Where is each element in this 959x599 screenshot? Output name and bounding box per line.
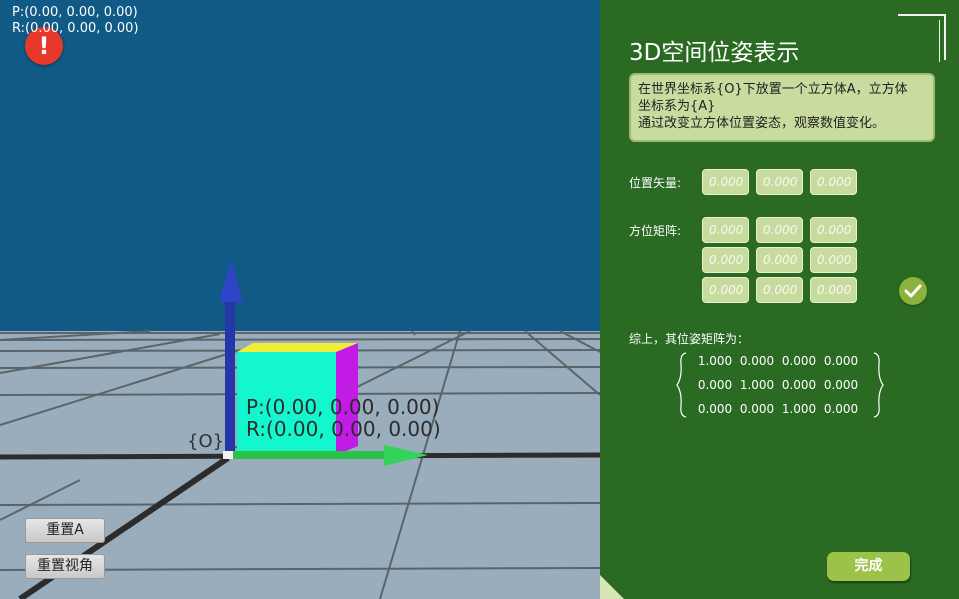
rotation-input-r32[interactable]: 0.000 [756,277,803,303]
control-panel: 3D空间位姿表示 在世界坐标系{O}下放置一个立方体A，立方体 坐标系为{A} … [600,0,959,599]
instruction-line: 在世界坐标系{O}下放置一个立方体A，立方体 [638,82,908,97]
matrix-cell: 0.000 [739,354,775,368]
check-circle-icon[interactable] [899,277,927,305]
matrix-cell: 0.000 [697,402,733,416]
matrix-cell: 0.000 [823,402,859,416]
rotation-input-r13[interactable]: 0.000 [810,217,857,243]
instruction-line: 坐标系为{A} [638,99,716,114]
rotation-matrix-label: 方位矩阵: [629,224,682,238]
matrix-cell: 0.000 [781,378,817,392]
corner-decoration-bottom-left [600,575,624,599]
position-vector-label: 位置矢量: [629,176,682,190]
position-input-y[interactable]: 0.000 [756,169,803,195]
matrix-cell: 0.000 [739,402,775,416]
matrix-cell: 0.000 [781,354,817,368]
rotation-input-r33[interactable]: 0.000 [810,277,857,303]
cube-position-label: P:(0.00, 0.00, 0.00) [246,395,440,419]
origin-marker [223,451,233,459]
rotation-input-r12[interactable]: 0.000 [756,217,803,243]
done-button[interactable]: 完成 [827,552,910,581]
hud-rotation-readout: R:(0.00, 0.00, 0.00) [12,21,139,36]
hud-position-readout: P:(0.00, 0.00, 0.00) [12,5,138,20]
reset-cube-button[interactable]: 重置A [25,518,105,543]
rotation-input-r23[interactable]: 0.000 [810,247,857,273]
position-input-z[interactable]: 0.000 [810,169,857,195]
instruction-line: 通过改变立方体位置姿态，观察数值变化。 [638,116,886,131]
matrix-cell: 1.000 [739,378,775,392]
matrix-cell: 1.000 [697,354,733,368]
pose-matrix: 1.000 0.000 0.000 0.000 0.000 1.000 0.00… [676,352,886,418]
cube-z-axis-arrowhead [219,260,243,302]
rotation-input-r31[interactable]: 0.000 [702,277,749,303]
matrix-cell: 1.000 [781,402,817,416]
rotation-input-r11[interactable]: 0.000 [702,217,749,243]
3d-viewport[interactable]: P:(0.00, 0.00, 0.00) R:(0.00, 0.00, 0.00… [0,0,600,599]
rotation-input-r22[interactable]: 0.000 [756,247,803,273]
position-input-x[interactable]: 0.000 [702,169,749,195]
cube-x-axis [232,451,392,459]
matrix-cell: 0.000 [823,354,859,368]
matrix-cell: 0.000 [697,378,733,392]
instruction-box: 在世界坐标系{O}下放置一个立方体A，立方体 坐标系为{A} 通过改变立方体位置… [629,73,935,142]
pose-summary-label: 综上，其位姿矩阵为： [629,332,750,346]
matrix-cell: 0.000 [823,378,859,392]
cube-z-axis [225,300,235,455]
world-frame-label: {O} [187,431,225,452]
scene-canvas[interactable] [0,0,600,599]
rotation-input-r21[interactable]: 0.000 [702,247,749,273]
cube-rotation-label: R:(0.00, 0.00, 0.00) [246,417,441,441]
reset-view-button[interactable]: 重置视角 [25,554,105,579]
panel-title: 3D空间位姿表示 [629,40,800,66]
corner-decoration-top-right [898,14,946,62]
